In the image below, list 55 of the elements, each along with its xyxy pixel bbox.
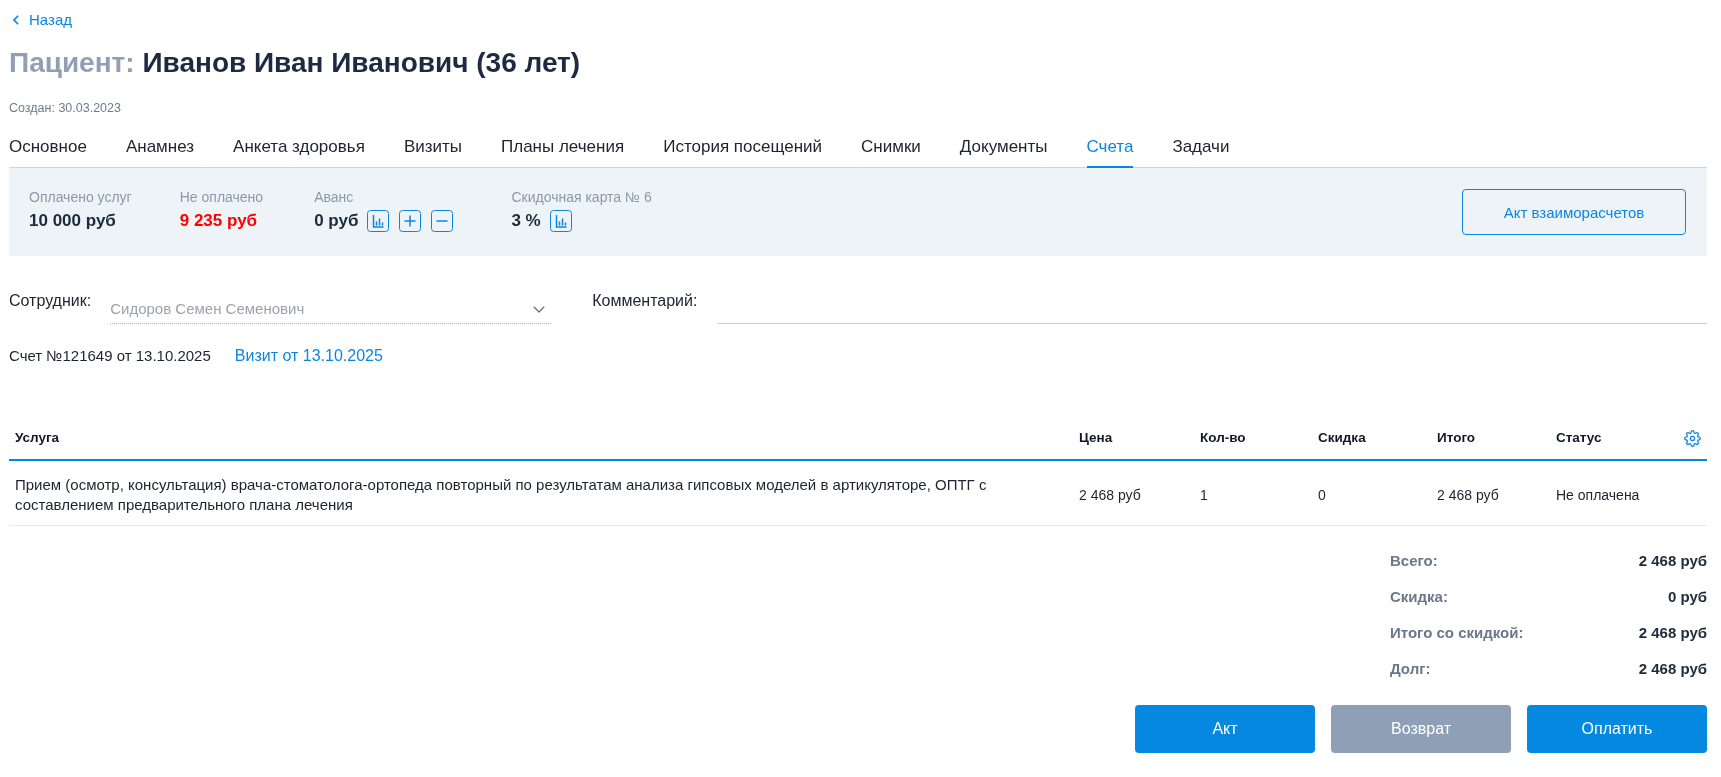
total-label: Долг: bbox=[1390, 659, 1431, 677]
patient-name: Иванов Иван Иванович (36 лет) bbox=[142, 47, 581, 78]
tab[interactable]: Задачи bbox=[1172, 137, 1230, 168]
bar-chart-icon[interactable] bbox=[549, 210, 572, 232]
summary-value: 9 235 руб bbox=[179, 210, 258, 232]
discount-text: 0 bbox=[1318, 486, 1326, 505]
plus-icon[interactable] bbox=[399, 210, 422, 232]
summary-value: 3 % bbox=[511, 210, 541, 232]
field-label: Комментарий: bbox=[592, 291, 698, 311]
created-date: Создан: 30.03.2023 bbox=[9, 100, 121, 116]
total-label: Всего: bbox=[1390, 551, 1438, 569]
column-header: Кол-во bbox=[1200, 429, 1246, 447]
quantity-text: 1 bbox=[1200, 486, 1208, 505]
summary-label: Оплачено услуг bbox=[29, 189, 132, 205]
invoice-number: Счет №121649 от 13.10.2025 bbox=[9, 346, 211, 366]
title-label: Пациент: bbox=[9, 47, 135, 78]
chevron-left-icon bbox=[13, 15, 19, 25]
tab[interactable]: Анкета здоровья bbox=[233, 137, 365, 168]
tab[interactable]: Документы bbox=[959, 137, 1048, 168]
bar-chart-icon[interactable] bbox=[367, 210, 390, 232]
total-text: 2 468 руб bbox=[1437, 486, 1499, 505]
column-header: Цена bbox=[1079, 429, 1113, 447]
visit-link[interactable]: Визит от 13.10.2025 bbox=[234, 346, 383, 366]
tab[interactable]: История посещений bbox=[663, 137, 823, 168]
field-label: Сотрудник: bbox=[9, 291, 92, 311]
tab[interactable]: Снимки bbox=[861, 137, 921, 168]
total-value: 2 468 руб bbox=[1638, 551, 1707, 569]
chevron-down-icon bbox=[533, 305, 546, 313]
statement-button[interactable]: Акт взаиморасчетов bbox=[1462, 189, 1686, 235]
service-name: Прием (осмотр, консультация) врача-стоматолога-ортопеда повторный по результатам анализа гипсовых моделей в артикуляторе, ОПТГ с составлением предварительного плана лечения bbox=[15, 475, 988, 515]
total-label: Итого со скидкой: bbox=[1390, 623, 1524, 641]
summary-label: Не оплачено bbox=[179, 189, 265, 205]
tab[interactable]: Планы лечения bbox=[501, 137, 625, 168]
back-link[interactable]: Назад bbox=[13, 11, 72, 29]
column-header: Итого bbox=[1437, 429, 1476, 447]
settings-icon[interactable] bbox=[1684, 429, 1701, 447]
summary-value: 0 руб bbox=[314, 210, 359, 232]
total-value: 2 468 руб bbox=[1638, 623, 1707, 641]
tab[interactable]: Основное bbox=[9, 137, 87, 168]
tab[interactable]: Анамнез bbox=[125, 137, 195, 168]
column-header: Услуга bbox=[15, 429, 60, 447]
total-label: Скидка: bbox=[1390, 587, 1448, 605]
action-button[interactable]: Оплатить bbox=[1527, 705, 1707, 753]
status-text: Не оплачена bbox=[1556, 486, 1640, 505]
tab[interactable]: Визиты bbox=[403, 137, 462, 168]
summary-label: Скидочная карта № 6 bbox=[511, 189, 652, 205]
price-text: 2 468 руб bbox=[1079, 486, 1141, 505]
minus-icon[interactable] bbox=[431, 210, 454, 232]
column-header: Статус bbox=[1556, 429, 1602, 447]
total-value: 2 468 руб bbox=[1638, 659, 1707, 677]
column-header: Скидка bbox=[1318, 429, 1366, 447]
total-value: 0 руб bbox=[1667, 587, 1707, 605]
summary-label: Аванс bbox=[314, 189, 355, 205]
action-button[interactable]: Акт bbox=[1135, 705, 1315, 753]
summary-value: 10 000 руб bbox=[29, 210, 116, 232]
